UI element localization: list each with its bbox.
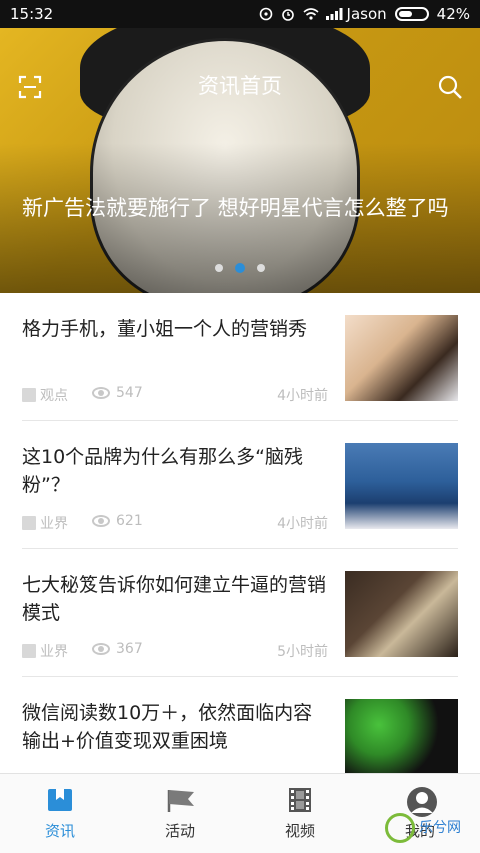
category-label: 观点 [40,388,68,404]
article-meta: 观点 547 4小时前 [22,385,328,405]
carousel-dot[interactable] [257,264,265,272]
carousel-dot-active[interactable] [235,263,245,273]
article-thumbnail [345,315,458,401]
list-item[interactable]: 格力手机，董小姐一个人的营销秀 观点 547 4小时前 [22,293,458,421]
category-label: 业界 [40,516,68,532]
article-title: 七大秘笈告诉你如何建立牛逼的营销模式 [22,574,327,624]
list-item[interactable]: 微信阅读数10万＋，依然面临内容输出+价值变现双重困境 [22,677,458,773]
article-category: 业界 [22,641,68,661]
page-title: 资讯首页 [198,74,282,98]
eye-icon [92,515,110,527]
flag-icon [166,786,194,814]
article-category: 观点 [22,385,68,405]
watermark: 乐兮网 [385,808,475,848]
article-title: 格力手机，董小姐一个人的营销秀 [22,318,308,340]
article-thumbnail [345,571,458,657]
status-bar: 15:32 Jason 42% [0,0,480,28]
battery-level: 42% [436,5,470,23]
hero-headline[interactable]: 新广告法就要施行了 想好明星代言怎么整了吗 [22,194,462,222]
sync-icon [259,7,273,21]
views-count: 547 [116,385,143,401]
carousel-dot[interactable] [215,264,223,272]
article-category: 业界 [22,513,68,533]
signal-icon [325,7,343,21]
list-item[interactable]: 这10个品牌为什么有那么多“脑残粉”？ 业界 621 4小时前 [22,421,458,549]
article-time: 4小时前 [277,516,328,532]
category-icon [22,388,36,402]
wifi-icon [303,7,319,21]
alarm-icon [281,7,295,21]
carrier-name: Jason [346,5,387,23]
news-icon [46,786,74,814]
article-meta: 业界 367 5小时前 [22,641,328,661]
list-item[interactable]: 七大秘笈告诉你如何建立牛逼的营销模式 业界 367 5小时前 [22,549,458,677]
article-views: 621 [92,513,143,529]
tab-label: 资讯 [44,822,75,840]
tab-news[interactable]: 资讯 [0,774,120,853]
category-icon [22,644,36,658]
news-feed[interactable]: 格力手机，董小姐一个人的营销秀 观点 547 4小时前 这10个品牌为什么有那么… [0,293,480,773]
carousel-indicator [0,263,480,273]
watermark-text: 乐兮网 [419,820,461,836]
eye-icon [92,387,110,399]
status-time: 15:32 [10,5,54,23]
article-thumbnail [345,443,458,529]
article-time: 5小时前 [277,644,328,660]
article-title: 微信阅读数10万＋，依然面临内容输出+价值变现双重困境 [22,702,313,752]
article-views: 367 [92,641,143,657]
category-label: 业界 [40,644,68,660]
battery-icon [394,7,429,21]
tab-videos[interactable]: 视频 [240,774,360,853]
search-icon[interactable] [437,74,463,100]
tab-label: 活动 [164,822,195,840]
tab-activities[interactable]: 活动 [120,774,240,853]
eye-icon [92,643,110,655]
article-thumbnail [345,699,458,773]
article-title: 这10个品牌为什么有那么多“脑残粉”？ [22,446,304,496]
article-time: 4小时前 [277,388,328,404]
film-icon [286,786,314,814]
hero-banner[interactable]: 资讯首页 新广告法就要施行了 想好明星代言怎么整了吗 [0,28,480,293]
article-views: 547 [92,385,143,401]
views-count: 367 [116,641,143,657]
views-count: 621 [116,513,143,529]
category-icon [22,516,36,530]
watermark-logo-icon [385,813,415,843]
article-meta: 业界 621 4小时前 [22,513,328,533]
tab-label: 视频 [284,822,315,840]
